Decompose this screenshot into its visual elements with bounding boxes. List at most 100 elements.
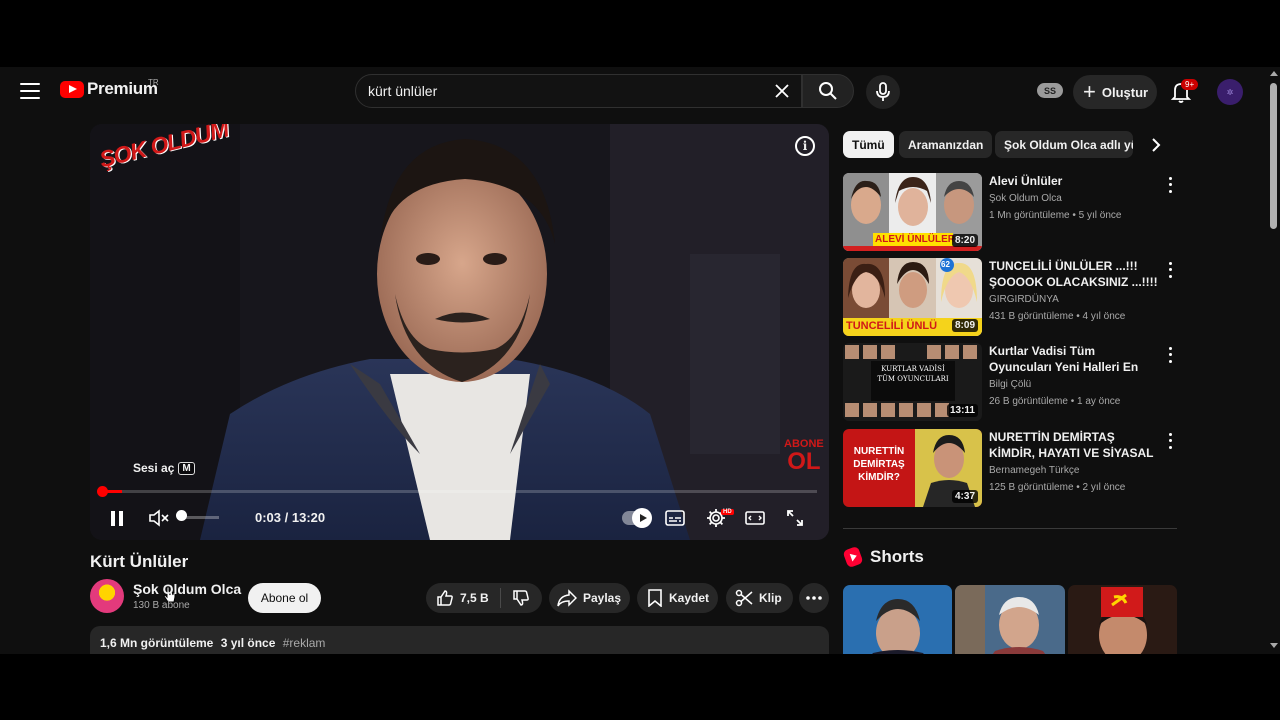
plus-icon: +	[1083, 79, 1096, 104]
description-box[interactable]: 1,6 Mn görüntüleme 3 yıl önce #reklam	[90, 626, 829, 654]
recommendation-item[interactable]: NURETTİN DEMİRTAŞ KİMDİR? 4:37 NURETTİN …	[843, 429, 1183, 509]
country-code: TR	[148, 78, 159, 87]
shorts-title: Shorts	[870, 547, 924, 566]
view-count: 1,6 Mn görüntüleme	[100, 636, 214, 650]
recommendation-meta: 1 Mn görüntüleme • 5 yıl önce	[989, 210, 1122, 221]
hashtag-link[interactable]: #reklam	[283, 636, 326, 650]
thumbs-down-icon	[513, 590, 529, 606]
youtube-logo-icon	[60, 80, 84, 98]
autoplay-toggle[interactable]	[621, 503, 652, 533]
thumbnail-badge: 62	[941, 260, 950, 269]
theater-mode-icon[interactable]	[743, 503, 767, 533]
video-thumbnail[interactable]: NURETTİN DEMİRTAŞ KİMDİR? 4:37	[843, 429, 982, 507]
info-icon[interactable]: i	[795, 136, 815, 156]
recommendation-channel[interactable]: Bilgi Çölü	[989, 379, 1031, 390]
thumbnail-caption: ALEVİ ÜNLÜLER	[875, 234, 955, 245]
microphone-icon	[876, 82, 890, 101]
short-thumbnail[interactable]	[955, 585, 1065, 654]
scrubber-handle[interactable]	[97, 486, 108, 497]
kebab-menu-icon[interactable]	[1163, 260, 1177, 280]
thumbs-up-icon	[437, 590, 453, 606]
clip-label: Klip	[759, 591, 782, 605]
create-button[interactable]: + Oluştur	[1073, 75, 1157, 109]
recommendation-meta: 26 B görüntüleme • 1 ay önce	[989, 396, 1121, 407]
recommendation-item[interactable]: 62 TUNCELİLİ ÜNLÜ 8:09 TUNCELİLİ ÜNLÜLER…	[843, 258, 1183, 338]
bookmark-icon	[648, 589, 662, 607]
search-icon	[819, 82, 837, 100]
recommendation-meta: 431 B görüntüleme • 4 yıl önce	[989, 311, 1126, 322]
scroll-down-arrow-icon[interactable]	[1270, 643, 1278, 648]
hd-badge: HD	[721, 509, 734, 515]
channel-avatar[interactable]	[90, 579, 124, 613]
scrollbar-thumb[interactable]	[1270, 83, 1277, 229]
kebab-menu-icon[interactable]	[1163, 345, 1177, 365]
video-title: Kürt Ünlüler	[90, 552, 189, 571]
subscribe-button[interactable]: Abone ol	[248, 583, 321, 613]
dislike-button[interactable]	[501, 589, 541, 607]
subscribe-watermark: ABONE OL	[784, 439, 824, 474]
save-button[interactable]: Kaydet	[637, 583, 718, 613]
shorts-header: Shorts	[842, 545, 924, 569]
unmute-tip-text: Sesi aç	[133, 461, 175, 475]
recommendation-channel[interactable]: Bernamegeh Türkçe	[989, 465, 1079, 476]
settings-gear-icon[interactable]	[703, 503, 729, 533]
recommendation-item[interactable]: ALEVİ ÜNLÜLER 8:20 Alevi Ünlüler Şok Old…	[843, 173, 1183, 253]
share-icon	[557, 589, 577, 607]
recommendation-channel[interactable]: GIRGIRDÜNYA	[989, 294, 1059, 305]
recommendation-channel[interactable]: Şok Oldum Olca	[989, 193, 1062, 204]
video-player[interactable]: ŞOK OLDUM ABONE OL i Sesi aç M 0:03 / 13…	[90, 124, 829, 540]
more-actions-icon[interactable]	[799, 583, 829, 613]
muted-volume-icon[interactable]	[147, 503, 171, 533]
user-initials-badge[interactable]: SS	[1037, 83, 1063, 98]
channel-name[interactable]: Şok Oldum Olca	[133, 581, 241, 597]
account-avatar[interactable]: ✲	[1217, 79, 1243, 105]
recommendation-title[interactable]: TUNCELİLİ ÜNLÜLER ...!!! ŞOOOOK OLACAKSI…	[989, 258, 1159, 290]
thumbnail-caption-2: TÜM OYUNCULARI	[877, 375, 949, 383]
progress-bar[interactable]	[97, 486, 817, 497]
scissors-icon	[735, 589, 753, 607]
like-count: 7,5 B	[460, 591, 489, 605]
section-divider	[843, 528, 1177, 529]
search-button[interactable]	[802, 74, 854, 108]
chip-all[interactable]: Tümü	[843, 131, 894, 158]
recommendation-title[interactable]: Kurtlar Vadisi Tüm Oyuncuları Yeni Halle…	[989, 343, 1159, 375]
watermark-big: OL	[787, 448, 821, 475]
thumbnail-caption: NURETTİN DEMİRTAŞ KİMDİR?	[853, 446, 905, 483]
video-thumbnail[interactable]: 62 TUNCELİLİ ÜNLÜ 8:09	[843, 258, 982, 336]
save-label: Kaydet	[669, 591, 710, 605]
scroll-up-arrow-icon[interactable]	[1270, 71, 1278, 76]
voice-search-button[interactable]	[866, 75, 900, 109]
video-thumbnail[interactable]: ALEVİ ÜNLÜLER 8:20	[843, 173, 982, 251]
youtube-premium-logo[interactable]: Premium	[60, 79, 158, 99]
short-thumbnail[interactable]	[843, 585, 952, 654]
search-box[interactable]: kürt ünlüler	[355, 74, 802, 108]
clip-button[interactable]: Klip	[726, 583, 793, 613]
chevron-right-icon[interactable]	[1146, 135, 1166, 155]
short-thumbnail[interactable]	[1068, 585, 1177, 654]
like-button[interactable]: 7,5 B	[426, 588, 501, 608]
recommendation-title[interactable]: Alevi Ünlüler	[989, 173, 1159, 189]
video-thumbnail[interactable]: KURTLAR VADİSİ TÜM OYUNCULARI 13:11	[843, 343, 982, 421]
share-label: Paylaş	[583, 591, 622, 605]
create-label: Oluştur	[1101, 84, 1149, 100]
shorts-logo-icon	[842, 545, 864, 569]
kebab-menu-icon[interactable]	[1163, 431, 1177, 451]
kebab-menu-icon[interactable]	[1163, 175, 1177, 195]
search-input[interactable]: kürt ünlüler	[368, 83, 767, 99]
pause-button[interactable]	[104, 503, 130, 533]
thumbnail-caption: KURTLAR VADİSİ	[881, 365, 945, 373]
volume-slider-handle[interactable]	[176, 510, 187, 521]
chip-from-uploader[interactable]: Şok Oldum Olca adlı yükleyiciden	[995, 131, 1133, 158]
guide-menu-icon[interactable]	[18, 79, 42, 103]
share-button[interactable]: Paylaş	[549, 583, 630, 613]
recommendation-item[interactable]: KURTLAR VADİSİ TÜM OYUNCULARI 13:11 Kurt…	[843, 343, 1183, 423]
recommendation-title[interactable]: NURETTİN DEMİRTAŞ KİMDİR, HAYATI VE SİYA…	[989, 429, 1159, 461]
video-duration: 8:20	[951, 234, 978, 247]
video-frame	[90, 124, 829, 540]
subtitles-icon[interactable]	[663, 503, 687, 533]
video-duration: 4:37	[951, 490, 978, 503]
clear-search-icon[interactable]	[767, 76, 797, 106]
fullscreen-icon[interactable]	[783, 503, 807, 533]
youtube-watch-page: Premium TR kürt ünlüler SS + Oluştur 9+ …	[0, 67, 1280, 654]
chip-from-search[interactable]: Aramanızdan	[899, 131, 993, 158]
